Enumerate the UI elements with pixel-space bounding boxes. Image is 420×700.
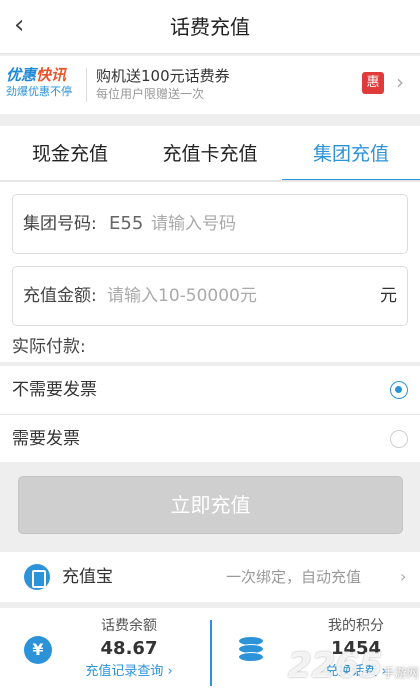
amount-field[interactable]: 充值金额: 元 <box>12 266 408 326</box>
balance-label: 话费余额 <box>101 618 157 634</box>
yen-icon: ¥ <box>24 636 52 664</box>
submit-area: 立即充值 <box>0 462 420 546</box>
invoice-option-no[interactable]: 不需要发票 <box>0 366 420 414</box>
recharge-form: 集团号码: E55 充值金额: 元 实际付款: <box>0 182 420 362</box>
recharge-treasure-desc: 一次绑定，自动充值 <box>226 568 362 586</box>
recharge-history-link[interactable]: 充值记录查询 › <box>64 662 194 682</box>
promo-brand-logo: 优惠快讯 劲爆优惠不停 <box>6 66 82 100</box>
summary-divider <box>210 620 212 686</box>
tab-group-recharge[interactable]: 集团充值 <box>282 126 420 182</box>
points-label: 我的积分 <box>328 618 384 634</box>
brand-text-b: 快讯 <box>36 66 67 84</box>
watermark-number: 2265 <box>288 646 383 686</box>
promo-title: 购机送100元话费券 <box>96 67 230 85</box>
radio-checked-icon[interactable] <box>390 381 408 399</box>
invoice-options: 不需要发票 需要发票 <box>0 366 420 462</box>
brand-text-a: 优惠 <box>6 66 37 84</box>
watermark-site: 手游网 <box>382 666 419 680</box>
phone-icon <box>24 564 50 590</box>
actual-pay-label: 实际付款: <box>12 337 86 357</box>
chevron-right-icon: › <box>400 567 407 586</box>
promo-subtitle: 每位用户限赠送一次 <box>96 87 205 101</box>
recharge-treasure-row[interactable]: 充值宝 一次绑定，自动充值 › <box>0 552 420 602</box>
tab-card-recharge[interactable]: 充值卡充值 <box>140 126 280 182</box>
group-number-field[interactable]: 集团号码: E55 <box>12 194 408 254</box>
amount-label: 充值金额: <box>23 286 97 306</box>
amount-input[interactable] <box>107 281 367 311</box>
group-number-input[interactable] <box>151 209 391 239</box>
brand-slogan: 劲爆优惠不停 <box>6 85 72 98</box>
chevron-right-icon: › <box>396 70 404 94</box>
site-watermark: 2265手游网 <box>288 646 419 686</box>
promo-text: 购机送100元话费券 每位用户限赠送一次 <box>96 66 230 102</box>
discount-badge-icon: 惠 <box>362 72 384 94</box>
page-title: 话费充值 <box>170 15 250 39</box>
balance-section: 话费余额 48.67 充值记录查询 › <box>64 616 194 682</box>
amount-unit: 元 <box>380 286 397 306</box>
coins-icon <box>238 636 264 666</box>
invoice-option-label: 不需要发票 <box>12 380 97 400</box>
invoice-option-yes[interactable]: 需要发票 <box>0 415 420 463</box>
recharge-now-button[interactable]: 立即充值 <box>18 476 403 534</box>
promo-banner[interactable]: 优惠快讯 劲爆优惠不停 购机送100元话费券 每位用户限赠送一次 惠 › <box>0 56 420 114</box>
top-bar: ‹ 话费充值 <box>0 0 420 54</box>
promo-divider <box>86 68 87 102</box>
balance-value: 48.67 <box>100 638 158 659</box>
invoice-option-label: 需要发票 <box>12 429 80 449</box>
tab-cash-recharge[interactable]: 现金充值 <box>0 126 140 182</box>
group-number-label: 集团号码: <box>23 214 97 234</box>
recharge-tabs: 现金充值 充值卡充值 集团充值 <box>0 126 420 182</box>
group-number-prefix: E55 <box>109 213 144 234</box>
radio-unchecked-icon[interactable] <box>390 430 408 448</box>
recharge-treasure-name: 充值宝 <box>62 567 113 587</box>
